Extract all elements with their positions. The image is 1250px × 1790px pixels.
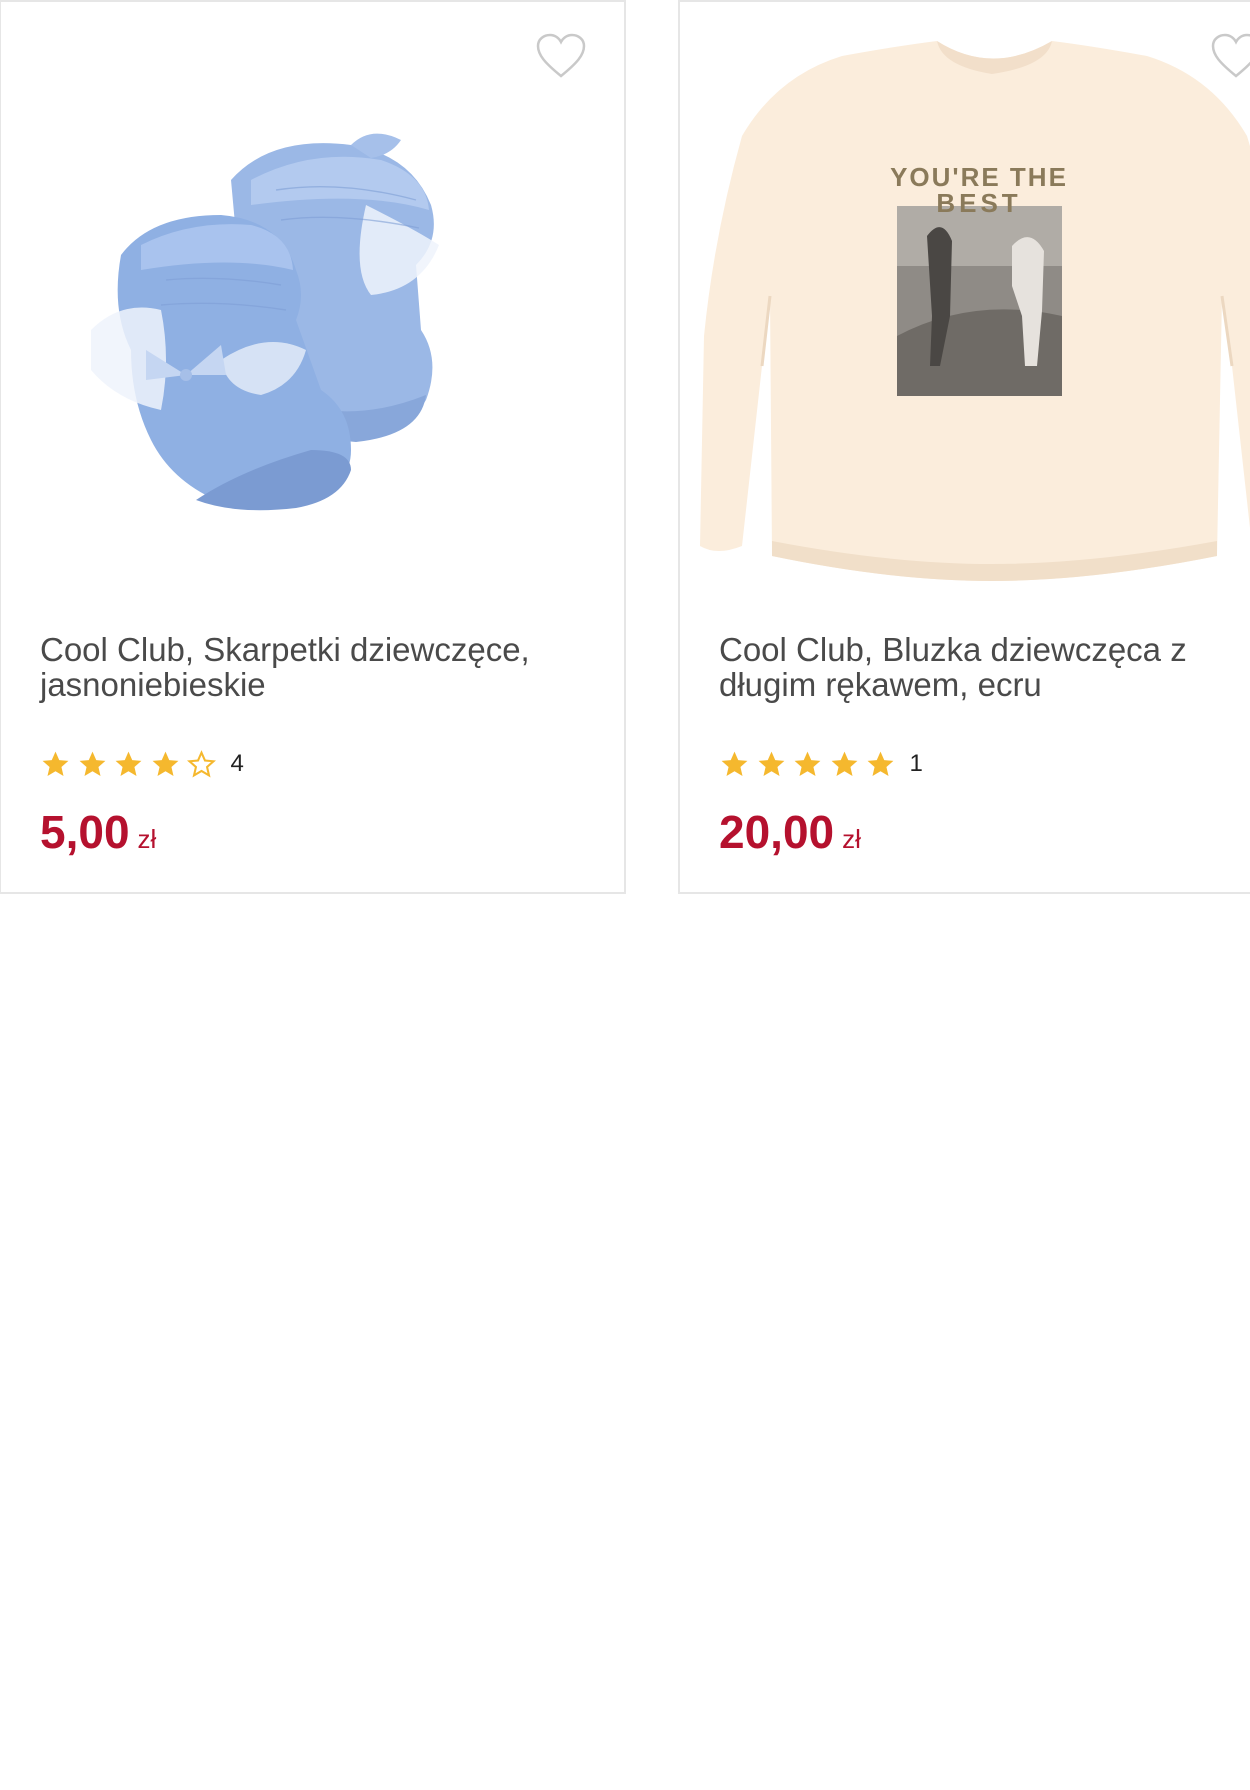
product-title[interactable]: Cool Club, Bluzka dziewczęca z długim rę… — [719, 632, 1239, 702]
product-link[interactable]: Cool Club, Bluzka dziewczęca z długim rę… — [719, 631, 1187, 703]
product-title[interactable]: Cool Club, Skarpetki dziewczęce, jasnoni… — [40, 632, 560, 702]
star-full-icon — [758, 751, 784, 776]
star-full-icon — [152, 751, 178, 776]
star-empty-icon — [187, 749, 216, 777]
price-currency: zł — [137, 824, 157, 854]
tshirt-image[interactable]: YOU'RE THE BEST — [692, 36, 1250, 596]
rating: 4 — [40, 746, 244, 782]
star-full-icon — [115, 751, 142, 776]
star-full-icon — [721, 751, 748, 776]
price-value: 5,00 — [40, 806, 130, 858]
star-full-icon — [42, 751, 69, 776]
baby-socks-image[interactable] — [21, 30, 581, 600]
price: 20,00 zł — [719, 802, 861, 869]
product-link[interactable]: Cool Club, Skarpetki dziewczęce, jasnoni… — [40, 631, 530, 703]
rating-count: 1 — [909, 750, 923, 777]
rating: 1 — [719, 746, 923, 782]
star-full-icon — [79, 751, 105, 776]
price-value: 20,00 — [719, 806, 835, 858]
product-grid: Cool Club, Skarpetki dziewczęce, jasnoni… — [0, 0, 1250, 900]
star-full-icon — [794, 751, 821, 776]
product-card[interactable]: YOU'RE THE BEST Cool Club, Bluzka dziewc… — [678, 0, 1250, 894]
svg-text:BEST: BEST — [936, 188, 1021, 218]
price-currency: zł — [842, 824, 861, 854]
price: 5,00 zł — [40, 802, 156, 869]
rating-count: 4 — [230, 750, 244, 777]
star-full-icon — [831, 751, 857, 776]
star-full-icon — [867, 751, 894, 776]
product-card[interactable]: Cool Club, Skarpetki dziewczęce, jasnoni… — [0, 0, 626, 894]
